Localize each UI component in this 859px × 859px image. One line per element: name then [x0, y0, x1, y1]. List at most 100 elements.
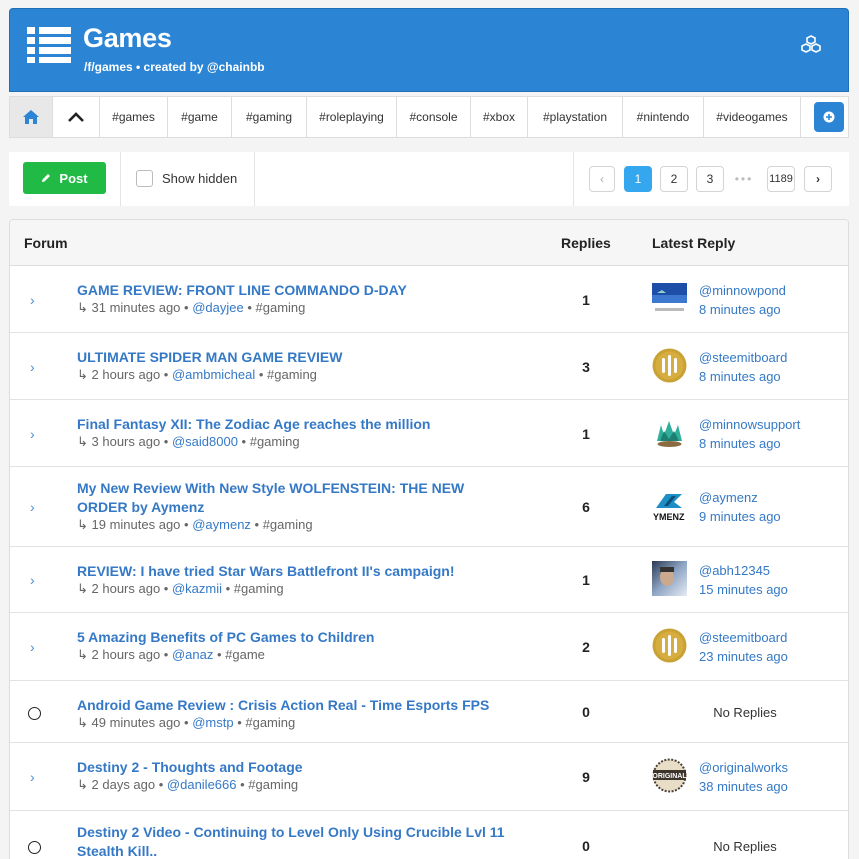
reply-arrow-icon: ↳ — [77, 517, 92, 532]
svg-text:YMENZ: YMENZ — [653, 512, 685, 522]
thread-author-link[interactable]: @aymenz — [192, 517, 251, 532]
latest-reply-user-link[interactable]: @minnowsupport — [699, 417, 800, 432]
tag-games[interactable]: #games — [100, 97, 168, 137]
chevron-right-icon[interactable]: › — [30, 499, 35, 515]
thread-title-link[interactable]: Destiny 2 Video - Continuing to Level On… — [77, 823, 517, 859]
prev-page-button[interactable]: ‹ — [589, 166, 615, 192]
tag-playstation[interactable]: #playstation — [528, 97, 623, 137]
thread-title-link[interactable]: Final Fantasy XII: The Zodiac Age reache… — [77, 415, 517, 434]
chevron-right-icon[interactable]: › — [30, 769, 35, 785]
home-button[interactable] — [10, 97, 53, 137]
thread-title-link[interactable]: 5 Amazing Benefits of PC Games to Childr… — [77, 628, 517, 647]
thread-tag[interactable]: #gaming — [245, 715, 295, 730]
cubes-icon[interactable] — [800, 35, 822, 55]
forum-header: Games /f/games • created by @chainbb — [9, 8, 849, 92]
thread-tag[interactable]: #gaming — [263, 517, 313, 532]
avatar[interactable] — [652, 281, 687, 316]
latest-reply-time-link[interactable]: 8 minutes ago — [699, 302, 781, 317]
latest-reply-time-link[interactable]: 38 minutes ago — [699, 779, 788, 794]
tag-game[interactable]: #game — [168, 97, 232, 137]
latest-reply-user-link[interactable]: @originalworks — [699, 760, 788, 775]
thread-author-link[interactable]: @mstp — [192, 715, 233, 730]
post-button-label: Post — [59, 170, 88, 186]
reply-count: 6 — [582, 499, 590, 515]
thread-author-link[interactable]: @kazmii — [172, 581, 222, 596]
avatar[interactable]: ORIGINAL — [652, 758, 687, 793]
latest-reply-user-link[interactable]: @steemitboard — [699, 630, 787, 645]
latest-reply-time-link[interactable]: 9 minutes ago — [699, 509, 781, 524]
show-hidden-label[interactable]: Show hidden — [162, 171, 237, 186]
avatar[interactable] — [652, 561, 687, 596]
table-row[interactable]: › Destiny 2 - Thoughts and Footage ↳ 2 day… — [10, 743, 848, 811]
latest-reply-time-link[interactable]: 8 minutes ago — [699, 436, 781, 451]
table-row[interactable]: › GAME REVIEW: FRONT LINE COMMANDO D-DAY ↳… — [10, 266, 848, 333]
thread-meta: ↳ 31 minutes ago • @dayjee • #gaming — [77, 300, 306, 315]
reply-count: 1 — [582, 426, 590, 442]
thread-title-link[interactable]: My New Review With New Style WOLFENSTEIN… — [77, 479, 517, 517]
tag-gaming[interactable]: #gaming — [232, 97, 307, 137]
tag-xbox[interactable]: #xbox — [471, 97, 528, 137]
thread-title-link[interactable]: Android Game Review : Crisis Action Real… — [77, 696, 517, 715]
last-page-button[interactable]: 1189 — [767, 166, 795, 192]
page-3-button[interactable]: 3 — [696, 166, 724, 192]
thread-tag[interactable]: #gaming — [248, 777, 298, 792]
latest-reply-time-link[interactable]: 23 minutes ago — [699, 649, 788, 664]
thread-meta: ↳ 2 hours ago • @kazmii • #gaming — [77, 581, 284, 596]
next-page-button[interactable]: › — [804, 166, 832, 192]
latest-reply-user-link[interactable]: @steemitboard — [699, 350, 787, 365]
svg-text:ORIGINAL: ORIGINAL — [652, 773, 687, 780]
table-row[interactable]: › Final Fantasy XII: The Zodiac Age reach… — [10, 400, 848, 467]
chevron-right-icon[interactable]: › — [30, 639, 35, 655]
thread-title-link[interactable]: REVIEW: I have tried Star Wars Battlefro… — [77, 562, 517, 581]
no-replies-label: No Replies — [713, 705, 777, 720]
latest-reply-user-link[interactable]: @aymenz — [699, 490, 758, 505]
thread-meta: ↳ 19 minutes ago • @aymenz • #gaming — [77, 517, 313, 532]
avatar[interactable]: YMENZ — [652, 488, 687, 523]
forum-table: Forum Replies Latest Reply › GAME REVIEW:… — [9, 219, 849, 859]
avatar[interactable] — [652, 415, 687, 450]
latest-reply-time-link[interactable]: 15 minutes ago — [699, 582, 788, 597]
latest-reply-user-link[interactable]: @abh12345 — [699, 563, 770, 578]
thread-title-link[interactable]: Destiny 2 - Thoughts and Footage — [77, 758, 517, 777]
thread-title-link[interactable]: ULTIMATE SPIDER MAN GAME REVIEW — [77, 348, 517, 367]
table-row[interactable]: Destiny 2 Video - Continuing to Level On… — [10, 811, 848, 859]
avatar[interactable] — [652, 628, 687, 663]
tag-console[interactable]: #console — [397, 97, 471, 137]
page-2-button[interactable]: 2 — [660, 166, 688, 192]
post-button[interactable]: Post — [23, 162, 106, 194]
thread-tag[interactable]: #gaming — [234, 581, 284, 596]
tag-videogames[interactable]: #videogames — [704, 97, 801, 137]
thread-tag[interactable]: #gaming — [256, 300, 306, 315]
tag-roleplaying[interactable]: #roleplaying — [307, 97, 397, 137]
thread-author-link[interactable]: @dayjee — [192, 300, 244, 315]
latest-reply-time-link[interactable]: 8 minutes ago — [699, 369, 781, 384]
table-row[interactable]: Android Game Review : Crisis Action Real… — [10, 681, 848, 743]
chevron-right-icon[interactable]: › — [30, 292, 35, 308]
tag-nintendo[interactable]: #nintendo — [623, 97, 704, 137]
thread-title-link[interactable]: GAME REVIEW: FRONT LINE COMMANDO D-DAY — [77, 281, 517, 300]
thread-tag[interactable]: #gaming — [267, 367, 317, 382]
thread-meta: ↳ 2 hours ago • @anaz • #game — [77, 647, 265, 662]
thread-author-link[interactable]: @ambmicheal — [172, 367, 255, 382]
page-1-button[interactable]: 1 — [624, 166, 652, 192]
table-row[interactable]: › 5 Amazing Benefits of PC Games to Child… — [10, 613, 848, 681]
thread-tag[interactable]: #game — [225, 647, 265, 662]
thread-author-link[interactable]: @said8000 — [172, 434, 238, 449]
latest-reply-user-link[interactable]: @minnowpond — [699, 283, 786, 298]
table-row[interactable]: › ULTIMATE SPIDER MAN GAME REVIEW ↳ 2 hour… — [10, 333, 848, 400]
forum-column-header: Forum — [24, 235, 68, 251]
thread-author-link[interactable]: @danile666 — [167, 777, 237, 792]
chevron-right-icon[interactable]: › — [30, 359, 35, 375]
thread-tag[interactable]: #gaming — [250, 434, 300, 449]
chevron-right-icon[interactable]: › — [30, 572, 35, 588]
show-hidden-checkbox[interactable] — [136, 170, 153, 187]
thread-author-link[interactable]: @anaz — [172, 647, 213, 662]
pencil-icon — [42, 174, 51, 182]
collapse-button[interactable] — [53, 97, 100, 137]
avatar[interactable] — [652, 348, 687, 383]
table-row[interactable]: › My New Review With New Style WOLFENSTEI… — [10, 467, 848, 547]
add-tag-button[interactable] — [814, 102, 844, 132]
chevron-right-icon[interactable]: › — [30, 426, 35, 442]
thread-meta: ↳ 2 days ago • @danile666 • #gaming — [77, 777, 299, 792]
table-row[interactable]: › REVIEW: I have tried Star Wars Battlefr… — [10, 547, 848, 613]
